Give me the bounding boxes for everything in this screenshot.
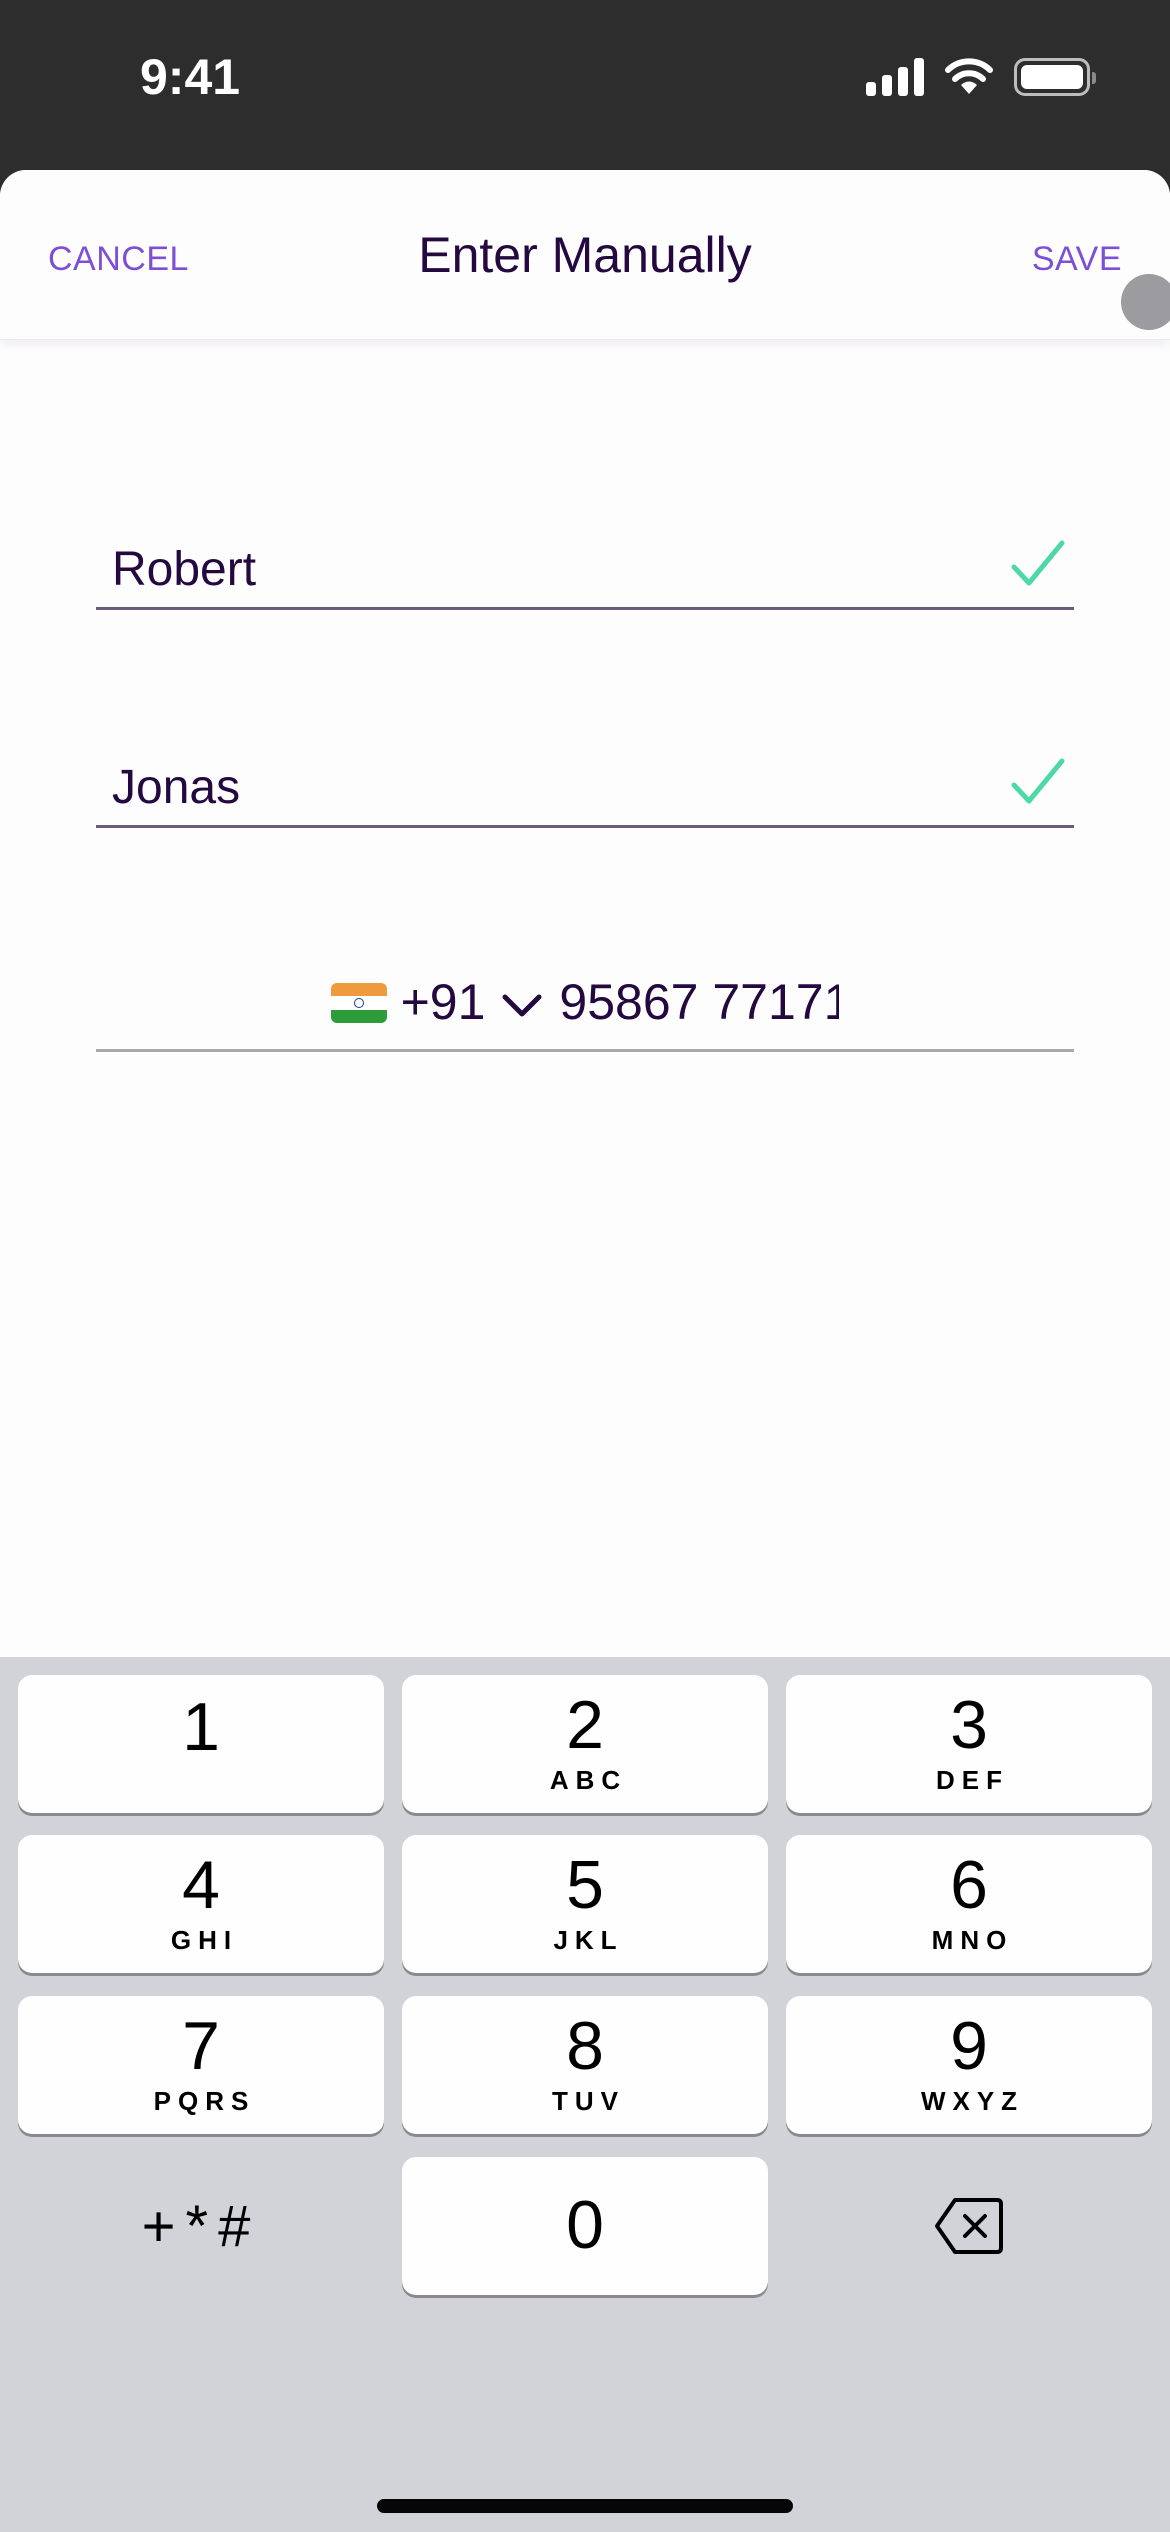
- key-letters: MNO: [931, 1925, 1014, 1955]
- key-3[interactable]: 3 DEF: [786, 1675, 1152, 1813]
- key-7[interactable]: 7 PQRS: [18, 1996, 384, 2134]
- key-letters: GHI: [170, 1925, 239, 1955]
- key-digit: 3: [950, 1687, 988, 1763]
- key-letters: TUV: [552, 2086, 625, 2116]
- key-1[interactable]: 1: [18, 1675, 384, 1813]
- backspace-icon: [935, 2198, 1003, 2254]
- checkmark-icon: [1011, 758, 1065, 804]
- status-icons: [866, 58, 1096, 96]
- country-code-selector[interactable]: +91: [401, 973, 486, 1031]
- key-letters: JKL: [553, 1925, 624, 1955]
- numeric-keypad: 1 2 ABC 3 DEF 4 GHI 5 JKL 6 MNO 7 PQRS 8…: [0, 1657, 1170, 2532]
- first-name-field: [96, 500, 1074, 610]
- touch-indicator: [1121, 274, 1170, 330]
- key-digit: 7: [182, 2008, 220, 2084]
- key-digit: 4: [182, 1847, 220, 1923]
- key-4[interactable]: 4 GHI: [18, 1835, 384, 1973]
- chevron-down-icon[interactable]: [501, 991, 543, 1021]
- key-0[interactable]: 0: [402, 2157, 768, 2295]
- symbols-label: +*#: [141, 2193, 261, 2259]
- status-time: 9:41: [140, 49, 241, 105]
- phone-number-input[interactable]: [559, 973, 840, 1031]
- key-9[interactable]: 9 WXYZ: [786, 1996, 1152, 2134]
- key-8[interactable]: 8 TUV: [402, 1996, 768, 2134]
- key-digit: 6: [950, 1847, 988, 1923]
- delete-key[interactable]: [786, 2157, 1152, 2295]
- battery-icon: [1014, 58, 1096, 96]
- symbols-key[interactable]: +*#: [18, 2157, 384, 2295]
- key-5[interactable]: 5 JKL: [402, 1835, 768, 1973]
- key-letters: DEF: [936, 1765, 1009, 1795]
- key-digit: 8: [566, 2008, 604, 2084]
- key-digit: 2: [566, 1687, 604, 1763]
- checkmark-icon: [1011, 540, 1065, 586]
- key-letters: PQRS: [153, 2086, 256, 2116]
- india-flag-icon[interactable]: [330, 983, 387, 1023]
- key-digit: 9: [950, 2008, 988, 2084]
- key-6[interactable]: 6 MNO: [786, 1835, 1152, 1973]
- save-button[interactable]: SAVE: [1032, 240, 1122, 279]
- key-digit: 0: [566, 2187, 604, 2263]
- status-bar: 9:41: [0, 0, 1170, 170]
- page-title: Enter Manually: [418, 227, 752, 283]
- key-digit: 5: [566, 1847, 604, 1923]
- last-name-field: [96, 718, 1074, 828]
- home-indicator: [377, 2499, 793, 2513]
- last-name-input[interactable]: [112, 760, 992, 815]
- key-digit: 1: [182, 1689, 220, 1765]
- cellular-signal-icon: [866, 58, 924, 96]
- wifi-icon: [945, 58, 993, 94]
- key-letters: WXYZ: [920, 2086, 1025, 2116]
- first-name-input[interactable]: [112, 542, 992, 597]
- nav-header: CANCEL Enter Manually SAVE: [0, 170, 1170, 340]
- key-letters: ABC: [549, 1765, 628, 1795]
- key-2[interactable]: 2 ABC: [402, 1675, 768, 1813]
- phone-field: +91: [96, 940, 1074, 1052]
